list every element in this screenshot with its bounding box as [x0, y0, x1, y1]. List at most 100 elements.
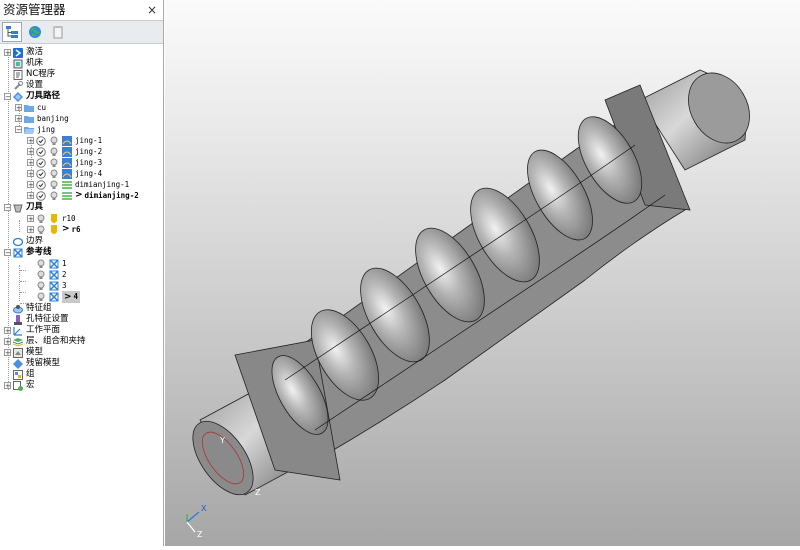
expand-toggle[interactable]: + — [15, 104, 22, 112]
hole-feature-icon — [13, 314, 23, 325]
face-finish-icon — [62, 180, 72, 190]
tree-item-pattern-2[interactable]: 2 — [36, 269, 67, 280]
expand-toggle[interactable]: + — [15, 115, 22, 123]
pattern-icon — [49, 291, 59, 302]
pattern-icon — [49, 269, 59, 280]
collapse-toggle[interactable]: − — [4, 204, 11, 212]
lightbulb-icon[interactable] — [36, 270, 46, 280]
expand-toggle[interactable]: + — [4, 327, 11, 335]
activate-icon — [13, 47, 23, 58]
expand-toggle[interactable]: + — [27, 148, 34, 156]
tree-item-r10[interactable]: + r10 — [27, 213, 76, 224]
folder-icon — [24, 103, 34, 113]
tree-item-settings[interactable]: 设置 — [4, 80, 43, 91]
settings-icon — [13, 80, 23, 91]
explorer-title-bar: 资源管理器 × — [0, 0, 163, 20]
collapse-toggle[interactable]: − — [4, 93, 11, 101]
check-circle-icon — [36, 146, 46, 157]
collapse-toggle[interactable]: − — [4, 249, 11, 257]
tree-item-layers[interactable]: + 层、组合和夹持 — [4, 336, 86, 347]
tree-view-icon[interactable] — [2, 22, 22, 42]
graphics-viewport[interactable]: Y Z X Z — [165, 0, 800, 546]
tree-item-activate[interactable]: + 激活 — [4, 47, 43, 58]
axis-label-y: Y — [220, 436, 225, 445]
tree-item-banjing[interactable]: + banjing — [15, 113, 69, 124]
model-icon — [13, 347, 23, 358]
tree-item-pattern-3[interactable]: 3 — [36, 280, 67, 291]
expand-toggle[interactable]: + — [27, 181, 34, 189]
pattern-icon — [49, 280, 59, 291]
tree-item-pattern-1[interactable]: 1 — [36, 258, 67, 269]
group-icon — [13, 369, 23, 380]
tree-item-boundary[interactable]: 边界 — [4, 236, 43, 247]
expand-toggle[interactable]: + — [4, 338, 11, 346]
expand-toggle[interactable]: + — [27, 137, 34, 145]
tree-item-jing-1[interactable]: + jing-1 — [27, 135, 102, 146]
tree-item-jing-2[interactable]: + jing-2 — [27, 146, 102, 157]
tree-item-jing-4[interactable]: + jing-4 — [27, 168, 102, 179]
lightbulb-icon[interactable] — [49, 169, 59, 179]
active-arrow-icon: > — [64, 291, 72, 302]
tree-item-patterns[interactable]: − 参考线 — [4, 247, 52, 258]
tree-item-stock-model[interactable]: 残留模型 — [4, 358, 60, 369]
lightbulb-icon[interactable] — [36, 292, 46, 302]
active-arrow-icon: > — [62, 224, 70, 234]
toolpaths-icon — [13, 91, 23, 102]
stock-model-icon — [13, 358, 23, 369]
lightbulb-icon[interactable] — [49, 191, 59, 201]
expand-toggle[interactable]: + — [27, 226, 34, 234]
tree-item-dimianjing-2[interactable]: + > dimianjing-2 — [27, 190, 139, 201]
boundary-icon — [13, 237, 23, 247]
axis-triad: X Z — [179, 500, 219, 544]
tree-item-cu[interactable]: + cu — [15, 102, 46, 113]
tree-item-nc-program[interactable]: NC程序 — [4, 69, 55, 80]
lightbulb-icon[interactable] — [36, 259, 46, 269]
tree-item-macros[interactable]: + 宏 — [4, 380, 35, 391]
machine-icon — [13, 59, 23, 69]
globe-icon[interactable] — [25, 22, 45, 42]
tree-item-feature-sets[interactable]: 特征组 — [4, 303, 52, 314]
explorer-toolbar — [0, 20, 163, 44]
tree-item-workplanes[interactable]: + 工作平面 — [4, 325, 60, 336]
expand-toggle[interactable]: + — [27, 192, 34, 200]
tree-item-pattern-4[interactable]: >4 — [36, 290, 81, 303]
tree-item-groups[interactable]: 组 — [4, 369, 35, 380]
expand-toggle[interactable]: + — [4, 49, 11, 57]
tree-item-hole-feature-sets[interactable]: 孔特征设置 — [4, 314, 69, 325]
worm-shaft-body — [192, 69, 750, 496]
expand-toggle[interactable]: + — [4, 349, 11, 357]
check-circle-icon — [36, 168, 46, 179]
feature-set-icon — [13, 304, 23, 314]
toolpath-icon — [62, 146, 72, 157]
lightbulb-icon[interactable] — [36, 214, 46, 224]
folder-open-icon — [24, 125, 34, 135]
lightbulb-icon[interactable] — [36, 281, 46, 291]
tree-item-dimianjing-1[interactable]: + dimianjing-1 — [27, 179, 129, 190]
clipboard-icon[interactable] — [48, 22, 68, 42]
lightbulb-icon[interactable] — [49, 158, 59, 168]
explorer-title: 资源管理器 — [3, 2, 66, 17]
tree-item-jing[interactable]: − jing — [15, 124, 55, 135]
face-finish-icon — [62, 191, 72, 201]
tree-item-machine[interactable]: 机床 — [4, 58, 43, 69]
check-circle-icon — [36, 157, 46, 168]
tree-item-toolpaths[interactable]: − 刀具路径 — [4, 91, 60, 102]
lightbulb-icon[interactable] — [49, 136, 59, 146]
workplane-icon — [13, 326, 23, 336]
toolpath-icon — [62, 157, 72, 168]
collapse-toggle[interactable]: − — [15, 126, 22, 134]
check-circle-icon — [36, 190, 46, 201]
expand-toggle[interactable]: + — [4, 382, 11, 390]
expand-toggle[interactable]: + — [27, 215, 34, 223]
lightbulb-icon[interactable] — [49, 147, 59, 157]
tree-item-models[interactable]: + 模型 — [4, 347, 43, 358]
tree-item-r6[interactable]: + > r6 — [27, 224, 81, 235]
pattern-icon — [49, 258, 59, 269]
expand-toggle[interactable]: + — [27, 159, 34, 167]
lightbulb-icon[interactable] — [36, 225, 46, 235]
close-icon[interactable]: × — [147, 0, 157, 20]
tree-item-tools[interactable]: − 刀具 — [4, 202, 43, 213]
expand-toggle[interactable]: + — [27, 170, 34, 178]
tree-item-jing-3[interactable]: + jing-3 — [27, 157, 102, 168]
lightbulb-icon[interactable] — [49, 180, 59, 190]
